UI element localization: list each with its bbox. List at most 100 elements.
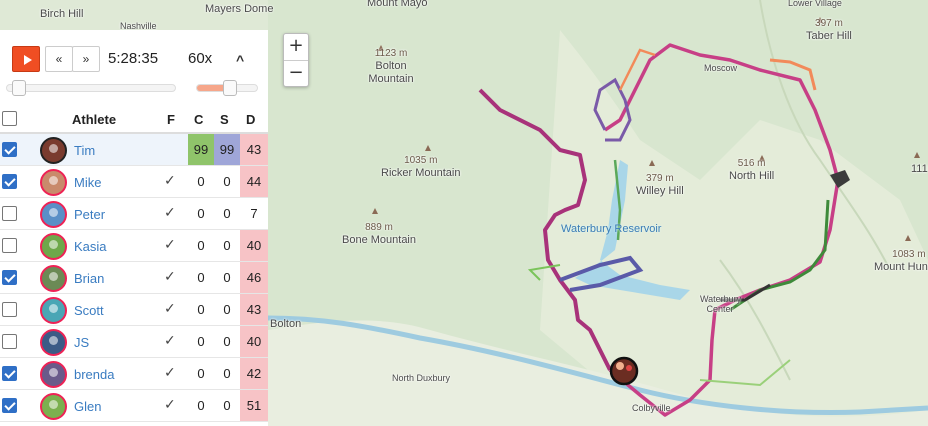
finished-check-icon: ✓ <box>164 237 176 253</box>
map-label-ricker-mountain: 1035 m Ricker Mountain <box>381 154 460 180</box>
table-row[interactable]: Peter ✓ 0 0 7 <box>0 198 268 230</box>
athlete-name-link[interactable]: JS <box>74 335 89 350</box>
cell-d: 42 <box>240 358 268 389</box>
cell-d: 44 <box>240 166 268 197</box>
athlete-rows: Tim 99 99 43 Mike ✓ 0 0 44 Peter ✓ 0 0 7 Kasia ✓ 0 0 40 Bri… <box>0 134 268 422</box>
avatar[interactable] <box>40 361 67 388</box>
athlete-checkbox[interactable] <box>2 174 17 189</box>
progress-slider[interactable] <box>6 80 176 96</box>
table-row[interactable]: brenda ✓ 0 0 42 <box>0 358 268 390</box>
map-label-mount-mayo: Mount Mayo <box>367 0 428 9</box>
bolton-mountain-elevation: 1123 m <box>374 48 408 59</box>
playback-speed: 60x <box>188 50 213 67</box>
header-athlete: Athlete <box>72 112 117 127</box>
athlete-name-link[interactable]: brenda <box>74 367 114 382</box>
table-row[interactable]: Scott ✓ 0 0 43 <box>0 294 268 326</box>
cell-d: 40 <box>240 230 268 261</box>
play-button[interactable] <box>12 46 40 72</box>
map-label-bone-mountain: 889 m Bone Mountain <box>342 221 416 247</box>
mount-hunger-elevation: 1083 m <box>892 249 926 260</box>
cell-d: 43 <box>240 134 268 165</box>
bone-mountain-elevation: 889 m <box>365 222 393 233</box>
athlete-name-link[interactable]: Peter <box>74 207 105 222</box>
map-label-north-hill: 516 m North Hill <box>729 157 774 183</box>
avatar[interactable] <box>40 201 67 228</box>
cell-d: 51 <box>240 390 268 421</box>
map-label-waterbury-center: Waterbury Center <box>700 294 742 314</box>
finished-check-icon: ✓ <box>164 397 176 413</box>
athlete-name-link[interactable]: Kasia <box>74 239 107 254</box>
header-f: F <box>167 112 175 127</box>
header-d: D <box>246 112 256 127</box>
athlete-checkbox[interactable] <box>2 398 17 413</box>
athlete-checkbox[interactable] <box>2 302 17 317</box>
athlete-name-link[interactable]: Brian <box>74 271 104 286</box>
select-all-checkbox[interactable] <box>2 111 17 126</box>
finished-check-icon: ✓ <box>164 301 176 317</box>
athlete-checkbox[interactable] <box>2 206 17 221</box>
fast-forward-button[interactable]: » <box>72 46 100 72</box>
athlete-checkbox[interactable] <box>2 366 17 381</box>
willey-hill-name: Willey Hill <box>636 185 684 197</box>
map-label-willey-hill: 379 m Willey Hill <box>636 172 684 198</box>
avatar[interactable] <box>40 297 67 324</box>
mount-hunger-name: Mount Hunger <box>874 261 928 273</box>
cell-s: 0 <box>223 238 231 253</box>
athlete-checkbox[interactable] <box>2 270 17 285</box>
avatar[interactable] <box>40 329 67 356</box>
athlete-checkbox[interactable] <box>2 238 17 253</box>
finished-check-icon: ✓ <box>164 269 176 285</box>
athlete-name-link[interactable]: Tim <box>74 143 95 158</box>
athlete-name-link[interactable]: Glen <box>74 399 101 414</box>
athlete-name-link[interactable]: Mike <box>74 175 101 190</box>
north-hill-name: North Hill <box>729 170 775 182</box>
map-label-north-duxbury: North Duxbury <box>392 373 451 383</box>
avatar[interactable] <box>40 265 67 292</box>
app-root: Birch Hill Nashville Mayers Dome Mount M… <box>0 0 928 426</box>
table-header: Athlete F C S D <box>0 104 268 134</box>
zoom-out-button[interactable]: − <box>284 60 308 86</box>
rewind-button[interactable]: « <box>45 46 73 72</box>
cell-c: 0 <box>197 206 205 221</box>
table-row[interactable]: Tim 99 99 43 <box>0 134 268 166</box>
speed-slider[interactable] <box>196 80 258 96</box>
cell-c: 99 <box>188 134 214 165</box>
bone-mountain-name: Bone Mountain <box>342 234 416 246</box>
map-label-taber-hill: 397 m Taber Hill <box>806 17 852 43</box>
avatar[interactable] <box>40 233 67 260</box>
cell-s: 0 <box>223 334 231 349</box>
progress-slider-handle[interactable] <box>11 80 26 96</box>
cell-s: 0 <box>223 366 231 381</box>
collapse-chevron-icon[interactable]: ^ <box>236 52 244 68</box>
cell-s: 0 <box>223 174 231 189</box>
ricker-mountain-elevation: 1035 m <box>404 155 438 166</box>
willey-hill-elevation: 379 m <box>645 173 674 184</box>
table-row[interactable]: Kasia ✓ 0 0 40 <box>0 230 268 262</box>
header-c: C <box>194 112 204 127</box>
table-row[interactable]: JS ✓ 0 0 40 <box>0 326 268 358</box>
cell-s: 0 <box>223 398 231 413</box>
table-row[interactable]: Glen ✓ 0 0 51 <box>0 390 268 422</box>
map-label-bolton-mountain: 1123 m Bolton Mountain <box>366 47 416 86</box>
zoom-in-button[interactable]: + <box>284 34 308 60</box>
table-row[interactable]: Brian ✓ 0 0 46 <box>0 262 268 294</box>
cell-c: 0 <box>197 366 205 381</box>
avatar[interactable] <box>40 137 67 164</box>
athlete-name-link[interactable]: Scott <box>74 303 104 318</box>
avatar[interactable] <box>40 393 67 420</box>
cell-c: 0 <box>197 238 205 253</box>
athlete-checkbox[interactable] <box>2 142 17 157</box>
header-s: S <box>220 112 229 127</box>
bolton-mountain-name: Bolton Mountain <box>368 60 414 85</box>
map-label-bolton: Bolton <box>270 318 302 330</box>
cell-c: 0 <box>197 334 205 349</box>
table-row[interactable]: Mike ✓ 0 0 44 <box>0 166 268 198</box>
north-hill-elevation: 516 m <box>737 158 766 169</box>
map-label-moscow: Moscow <box>704 63 738 73</box>
athlete-checkbox[interactable] <box>2 334 17 349</box>
avatar[interactable] <box>40 169 67 196</box>
athlete-marker[interactable] <box>609 356 639 386</box>
finished-check-icon: ✓ <box>164 365 176 381</box>
speed-slider-handle[interactable] <box>223 80 238 96</box>
playback-time: 5:28:35 <box>108 50 159 67</box>
